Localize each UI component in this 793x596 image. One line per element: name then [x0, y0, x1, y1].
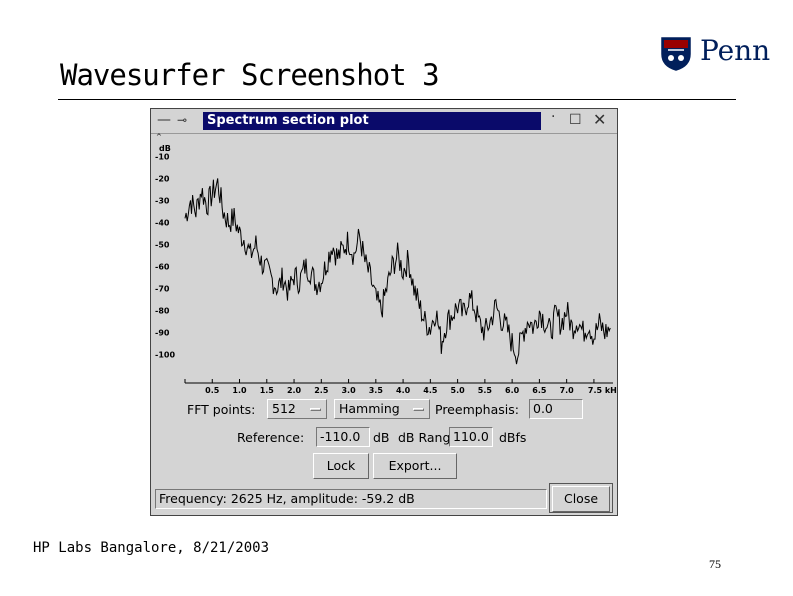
x-tick-label: 7.0: [560, 386, 575, 395]
footer-text: HP Labs Bangalore, 8/21/2003: [33, 540, 270, 556]
window-type-menu[interactable]: Hamming: [334, 399, 430, 419]
page-number: 75: [709, 557, 721, 571]
fft-points-label: FFT points:: [187, 402, 256, 417]
y-tick-label: -20: [155, 175, 170, 184]
x-tick-label: 5.0: [451, 386, 466, 395]
x-tick-label: 6.0: [505, 386, 520, 395]
spectrum-plot[interactable]: -10 -20 -30 -40 -50 -60 -70 -80 -90 -100 0.5 1.0 1.…: [151, 133, 617, 403]
title-rule: [58, 99, 736, 100]
reference-field[interactable]: -110.0: [316, 427, 370, 447]
pin-icon[interactable]: ⊸: [177, 112, 187, 128]
maximize-icon[interactable]: ☐: [569, 112, 582, 128]
x-tick-label: 7.5 kHz: [588, 386, 617, 395]
y-axis-label: dB: [159, 144, 171, 153]
x-tick-label: 4.5: [423, 386, 438, 395]
y-tick-label: -100: [155, 350, 175, 359]
range-prefix-label: dB: [373, 430, 390, 445]
menu-indicator-icon: [413, 408, 424, 411]
y-tick-label: -60: [155, 262, 170, 271]
export-button[interactable]: Export...: [373, 453, 457, 479]
y-tick-label: -70: [155, 284, 170, 293]
lock-button[interactable]: Lock: [313, 453, 369, 479]
preemphasis-field[interactable]: 0.0: [529, 399, 583, 419]
slide-title: Wavesurfer Screenshot 3: [60, 58, 440, 92]
x-tick-label: 4.0: [396, 386, 411, 395]
close-window-icon[interactable]: ✕: [593, 112, 606, 128]
x-tick-label: 5.5: [478, 386, 493, 395]
x-tick-label: 3.0: [341, 386, 356, 395]
penn-shield-icon: [661, 37, 691, 71]
range-unit-label: dBfs: [499, 430, 527, 445]
y-tick-label: -30: [155, 197, 170, 206]
x-tick-label: 2.5: [314, 386, 329, 395]
x-tick-label: 3.5: [369, 386, 384, 395]
x-tick-label: 2.0: [287, 386, 302, 395]
y-tick-label: -40: [155, 219, 170, 228]
x-tick-label: 1.0: [232, 386, 247, 395]
window-type-value: Hamming: [339, 401, 400, 416]
close-button-frame: Close: [549, 483, 613, 513]
y-tick-label: -10: [155, 153, 170, 162]
fft-points-value: 512: [272, 401, 296, 416]
minimize-icon[interactable]: ·: [551, 109, 555, 125]
x-tick-label: 0.5: [205, 386, 220, 395]
spectrum-window: — ⊸ Spectrum section plot · ☐ ✕ -10 -20 -3…: [150, 108, 618, 516]
fft-points-menu[interactable]: 512: [267, 399, 327, 419]
close-button[interactable]: Close: [552, 486, 610, 512]
preemphasis-label: Preemphasis:: [435, 402, 519, 417]
y-tick-label: -90: [155, 328, 170, 337]
y-tick-label: -80: [155, 306, 170, 315]
menu-indicator-icon: [310, 408, 321, 411]
spectrum-series-line: [184, 178, 611, 365]
window-menu-icon[interactable]: —: [157, 112, 171, 128]
window-titlebar[interactable]: — ⊸ Spectrum section plot · ☐ ✕: [151, 109, 617, 134]
range-field[interactable]: 110.0: [449, 427, 493, 447]
penn-logo-text: Penn: [700, 34, 771, 67]
x-tick-label: 6.5: [532, 386, 547, 395]
x-tick-label: 1.5: [260, 386, 275, 395]
reference-label: Reference:: [237, 430, 305, 445]
y-tick-label: -50: [155, 241, 170, 250]
y-axis-caret: ^: [156, 133, 162, 141]
status-readout: Frequency: 2625 Hz, amplitude: -59.2 dB: [155, 489, 547, 509]
window-title: Spectrum section plot: [203, 112, 541, 130]
